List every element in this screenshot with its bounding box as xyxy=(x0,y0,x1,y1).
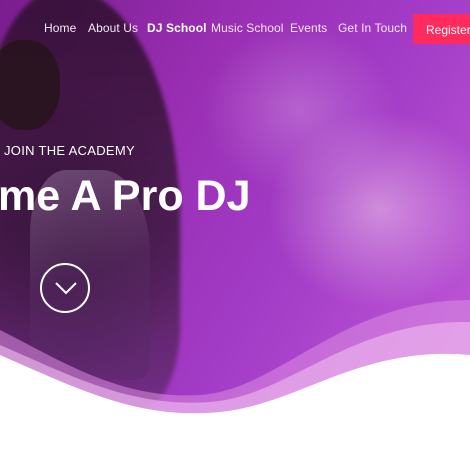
nav-events[interactable]: Events xyxy=(290,21,327,35)
hero-wave-divider xyxy=(0,300,470,450)
nav-home[interactable]: Home xyxy=(44,21,76,35)
nav-about-us[interactable]: About Us xyxy=(88,21,138,35)
register-button[interactable]: Register xyxy=(413,14,470,44)
main-nav: Home About Us DJ School Music School Eve… xyxy=(0,14,470,44)
hero-headline: me A Pro DJ xyxy=(0,172,251,220)
nav-dj-school[interactable]: DJ School xyxy=(147,21,207,35)
nav-music-school[interactable]: Music School xyxy=(211,21,284,35)
hero-kicker: JOIN THE ACADEMY xyxy=(4,143,135,158)
chevron-down-icon xyxy=(55,282,77,295)
nav-get-in-touch[interactable]: Get In Touch xyxy=(338,21,407,35)
scroll-down-button[interactable] xyxy=(40,263,90,313)
